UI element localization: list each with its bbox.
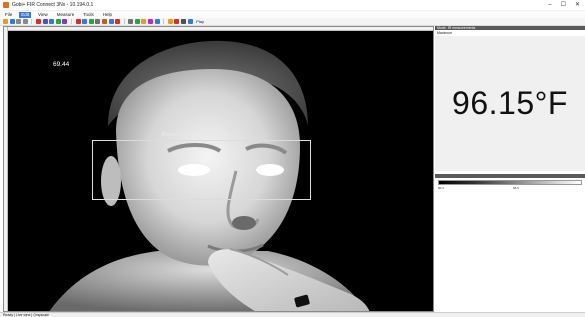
record-icon[interactable] [35, 19, 41, 24]
toolbar-separator [31, 19, 33, 24]
left-ruler [4, 27, 8, 311]
arrow-left-icon[interactable] [16, 19, 22, 24]
close-button[interactable]: ✕ [575, 2, 580, 8]
palette-labels: 80.4 98.3 [438, 186, 582, 190]
measurement-panel-header: Mode: IR measurements [435, 26, 585, 30]
zoom-icon[interactable] [95, 19, 101, 24]
menu-item-file[interactable]: File [3, 12, 14, 18]
snapshot-icon[interactable] [42, 19, 48, 24]
help-icon[interactable] [187, 19, 193, 24]
chart-icon[interactable] [101, 19, 107, 24]
image-icon[interactable] [62, 19, 68, 24]
max-temperature-value: 96.15°F [452, 85, 568, 121]
palette-header [435, 174, 585, 178]
menu-item-measure[interactable]: Measure [55, 12, 77, 18]
thermal-image-pane[interactable]: 69.44 Please Remove Eyewear [3, 26, 434, 312]
spot-temperature-readout: 69.44 [53, 61, 70, 68]
menu-item-edit[interactable]: Edit [19, 11, 32, 18]
save-icon[interactable] [9, 19, 15, 24]
table-icon[interactable] [108, 19, 114, 24]
roi-rectangle[interactable] [92, 140, 311, 200]
arrow-right-icon[interactable] [22, 19, 28, 24]
menu-item-view[interactable]: View [36, 12, 50, 18]
camera-icon[interactable] [181, 19, 187, 24]
grid-icon[interactable] [49, 19, 55, 24]
roi-label: Please Remove Eyewear [162, 132, 229, 138]
play-button[interactable]: Play [196, 19, 204, 24]
line-roi-icon[interactable] [88, 19, 94, 24]
emissivity-icon[interactable] [154, 19, 160, 24]
color-icon[interactable] [148, 19, 154, 24]
palette-icon[interactable] [55, 19, 61, 24]
info-icon[interactable] [167, 19, 173, 24]
rect-roi-icon[interactable] [75, 19, 81, 24]
settings-icon[interactable] [128, 19, 134, 24]
maximize-button[interactable]: ☐ [561, 2, 566, 8]
focus-icon[interactable] [134, 19, 140, 24]
menu-item-tools[interactable]: Tools [81, 12, 96, 18]
status-bar: Ready | Live view | Grayscale [0, 312, 585, 317]
measurement-panel: Mode: IR measurements Maximum 96.15°F 80… [435, 26, 585, 312]
menu-item-help[interactable]: Help [101, 12, 114, 18]
spot-icon[interactable] [82, 19, 88, 24]
window-controls: – ☐ ✕ [548, 2, 580, 8]
alarm-icon[interactable] [115, 19, 121, 24]
top-ruler [4, 27, 433, 31]
title-bar: Gobi+ FIR Connect 3Nx - 10.194.0.1 – ☐ ✕ [0, 0, 585, 11]
toolbar-separator [70, 19, 72, 24]
nuc-icon[interactable] [141, 19, 147, 24]
menu-bar: File Edit View Measure Tools Help [0, 11, 585, 18]
temperature-display: 96.15°F [435, 36, 585, 171]
measurement-mode-label: Maximum [437, 31, 453, 35]
stop-icon[interactable] [174, 19, 180, 24]
palette-scale-bar[interactable] [438, 180, 582, 185]
window-title: Gobi+ FIR Connect 3Nx - 10.194.0.1 [12, 2, 94, 8]
toolbar-separator [123, 19, 125, 24]
toolbar-separator [163, 19, 165, 24]
palette-max-label: 98.3 [513, 186, 519, 190]
palette-min-label: 80.4 [438, 186, 444, 190]
toolbar: Play [0, 18, 585, 26]
open-icon[interactable] [3, 19, 8, 24]
minimize-button[interactable]: – [548, 2, 551, 8]
app-icon [3, 2, 9, 8]
